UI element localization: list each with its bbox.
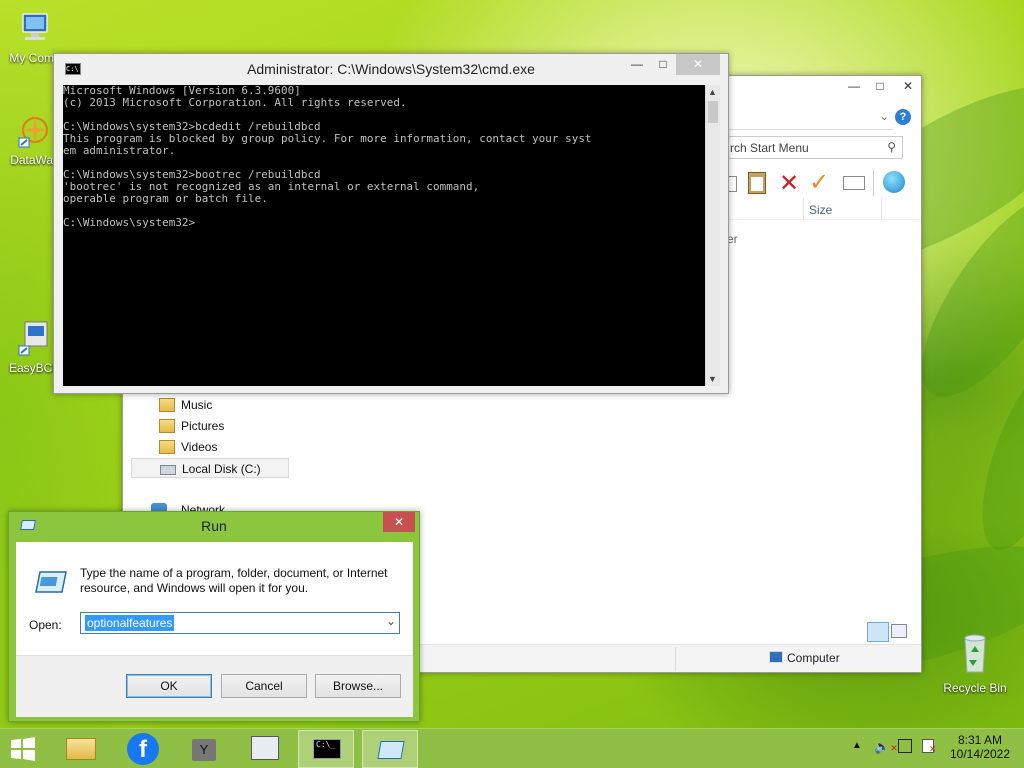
run-program-icon [35, 571, 67, 593]
open-label: Open: [29, 618, 62, 632]
app-icon [251, 736, 279, 760]
windows-logo-icon [11, 737, 35, 761]
taskbar: f Y C:\_ ▲ 🔈✕ ✕ 8:31 AM 10/14/2022 [0, 728, 1024, 768]
tree-item-local-disk[interactable]: Local Disk (C:) [131, 458, 289, 478]
datawag-icon [18, 116, 49, 148]
cmd-scrollbar[interactable]: ▲ ▼ [705, 85, 720, 386]
search-icon: ⚲ [887, 140, 896, 154]
maximize-button[interactable]: □ [650, 54, 676, 75]
tree-item-videos[interactable]: Videos [131, 437, 289, 457]
music-folder-icon [159, 398, 175, 412]
run-title: Run [201, 518, 227, 534]
tree-item-label: Videos [181, 440, 218, 454]
run-description-line1: Type the name of a program, folder, docu… [80, 566, 388, 580]
cancel-button[interactable]: Cancel [221, 674, 307, 698]
clock-date: 10/14/2022 [949, 747, 1011, 761]
volume-muted-icon[interactable]: 🔈✕ [874, 739, 898, 755]
console-line: em administrator. [63, 144, 176, 157]
clock[interactable]: 8:31 AM 10/14/2022 [944, 733, 1016, 761]
delete-icon[interactable]: ✕ [779, 169, 799, 198]
cmd-titlebar[interactable]: C:\ Administrator: C:\Windows\System32\c… [54, 54, 728, 84]
taskbar-cmd[interactable]: C:\_ [298, 730, 354, 768]
column-header-size[interactable]: Size [809, 203, 832, 217]
minimize-button[interactable]: — [841, 76, 867, 97]
tree-item-pictures[interactable]: Pictures [131, 416, 289, 436]
toolbar-separator [873, 170, 874, 196]
open-combobox[interactable]: optionalfeatures ⌄ [80, 612, 400, 634]
run-body: Type the name of a program, folder, docu… [16, 542, 413, 717]
close-button[interactable]: ✕ [893, 76, 923, 97]
recycle-bin-icon [964, 634, 986, 673]
status-divider [675, 647, 676, 671]
scroll-up-icon[interactable]: ▲ [708, 87, 717, 97]
maximize-button[interactable]: □ [867, 76, 893, 97]
videos-folder-icon [159, 440, 175, 454]
run-description-line2: resource, and Windows will open it for y… [80, 581, 309, 595]
close-button[interactable]: ✕ [676, 54, 720, 75]
column-divider [881, 198, 882, 220]
tiles-view-button[interactable] [891, 624, 907, 638]
status-location: Computer [787, 651, 840, 665]
network-globe-icon[interactable] [883, 171, 905, 193]
taskbar-run[interactable] [362, 730, 418, 768]
tree-item-music[interactable]: Music [131, 395, 289, 415]
yahoo-icon: Y [192, 739, 216, 761]
search-box[interactable]: rch Start Menu ⚲ [723, 136, 903, 159]
show-hidden-icons-button[interactable]: ▲ [852, 740, 862, 751]
computer-small-icon [769, 651, 783, 663]
run-dialog[interactable]: Run ✕ Type the name of a program, folder… [8, 511, 420, 722]
taskbar-file-explorer[interactable] [54, 730, 110, 768]
drive-icon [160, 465, 176, 475]
cmd-taskbar-icon: C:\_ [313, 739, 341, 759]
desktop-icon-recycle-bin[interactable]: Recycle Bin [940, 632, 1010, 695]
column-divider [803, 198, 804, 220]
action-center-icon[interactable]: ✕ [922, 739, 937, 754]
run-button-bar: OK Cancel Browse... [16, 655, 413, 717]
cmd-window[interactable]: C:\ Administrator: C:\Windows\System32\c… [53, 53, 729, 394]
computer-icon [22, 13, 48, 40]
browse-button[interactable]: Browse... [315, 674, 401, 698]
desktop-icon-label: Recycle Bin [943, 681, 1007, 695]
address-bar-dropdown[interactable]: ⌄ [723, 108, 893, 130]
check-icon[interactable]: ✓ [809, 168, 829, 197]
ok-button[interactable]: OK [126, 674, 212, 698]
details-view-button[interactable] [867, 622, 889, 642]
tree-item-label: Pictures [181, 419, 225, 433]
taskbar-app[interactable] [237, 730, 293, 768]
console-line: C:\Windows\system32> [63, 216, 196, 229]
folder-icon [66, 738, 96, 760]
search-input[interactable]: rch Start Menu [730, 141, 809, 155]
close-button[interactable]: ✕ [383, 512, 415, 532]
cmd-console[interactable]: Microsoft Windows [Version 6.3.9600] (c)… [63, 85, 705, 386]
rename-icon[interactable] [843, 176, 865, 190]
pictures-folder-icon [159, 419, 175, 433]
easybcd-icon [18, 321, 48, 356]
facebook-icon: f [127, 733, 159, 765]
scroll-down-icon[interactable]: ▼ [708, 374, 717, 384]
taskbar-yahoo[interactable]: Y [176, 730, 232, 768]
tree-item-label: Music [181, 398, 213, 412]
start-button[interactable] [8, 737, 38, 761]
minimize-button[interactable]: — [624, 54, 650, 75]
help-icon[interactable]: ? [895, 109, 911, 125]
run-taskbar-icon [377, 741, 405, 759]
chevron-down-icon: ⌄ [879, 111, 889, 123]
tree-item-label: Local Disk (C:) [182, 462, 261, 476]
network-status-icon[interactable] [898, 739, 912, 753]
console-line: (c) 2013 Microsoft Corporation. All righ… [63, 96, 407, 109]
scroll-thumb[interactable] [708, 101, 718, 123]
clipboard-icon[interactable] [748, 172, 766, 194]
taskbar-facebook[interactable]: f [115, 730, 171, 768]
open-input[interactable]: optionalfeatures [85, 615, 175, 631]
clock-time: 8:31 AM [957, 733, 1003, 747]
console-line: operable program or batch file. [63, 192, 268, 205]
chevron-down-icon[interactable]: ⌄ [386, 614, 396, 628]
